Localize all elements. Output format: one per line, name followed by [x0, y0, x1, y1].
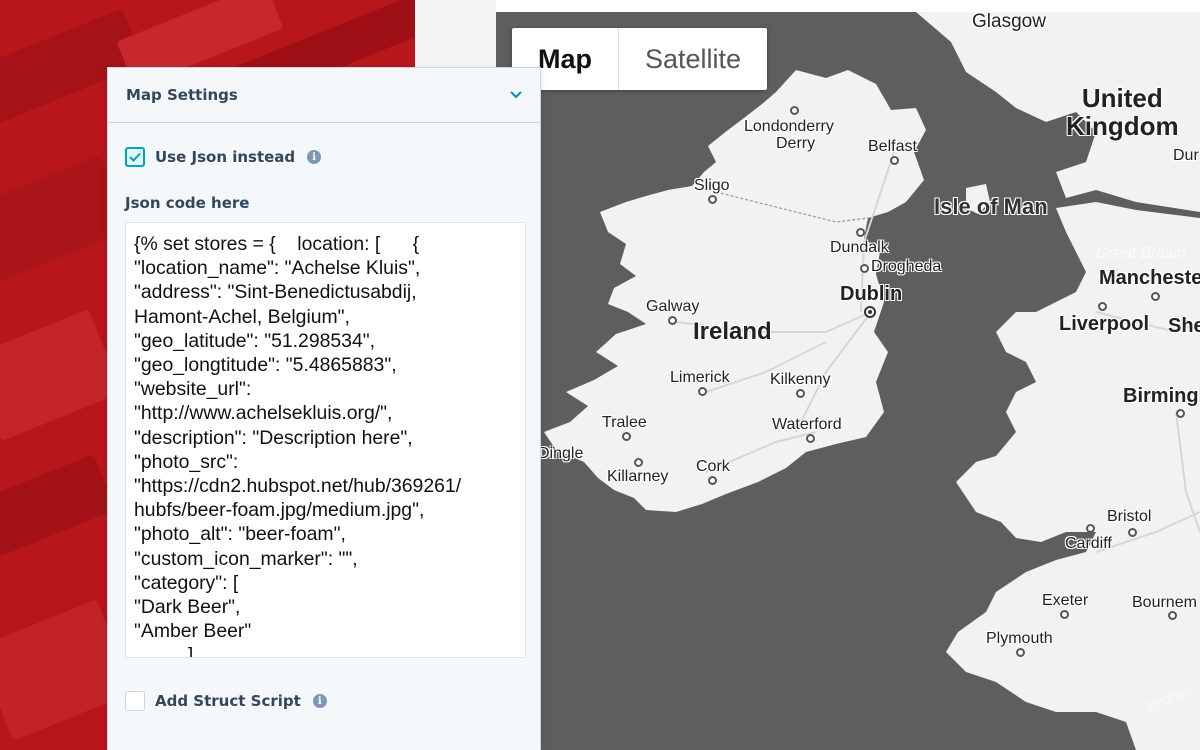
map-label-cardiff: Cardiff: [1065, 535, 1112, 552]
map-label-great-britain: Great Britain: [1096, 245, 1186, 262]
map-marker-dublin: [864, 306, 876, 318]
map-label-dingle: Dingle: [538, 445, 584, 462]
map-marker-sligo: [708, 195, 717, 204]
map-label-birmingham: Birmingh: [1123, 385, 1200, 407]
map-label-dublin: Dublin: [840, 283, 903, 305]
map-marker-birmingham: [1176, 409, 1185, 418]
map-label-bristol: Bristol: [1107, 508, 1152, 525]
struct-script-row: Add Struct Script i: [125, 691, 523, 711]
map-marker-londonderry: [790, 106, 799, 115]
map-label-united-kingdom: United Kingdom: [1066, 83, 1179, 142]
map-label-liverpool: Liverpool: [1059, 313, 1150, 335]
map-type-satellite-button[interactable]: Satellite: [619, 28, 767, 90]
map-label-drogheda: Drogheda: [871, 258, 942, 275]
info-icon[interactable]: i: [312, 694, 327, 708]
map-label-killarney: Killarney: [607, 468, 669, 485]
map-label-derry: Derry: [776, 135, 816, 152]
map-marker-bournemouth: [1168, 611, 1177, 620]
map-marker-galway: [668, 316, 677, 325]
map-marker-waterford: [806, 434, 815, 443]
chevron-down-icon[interactable]: [510, 87, 522, 103]
map-marker-belfast: [890, 156, 899, 165]
map-marker-cork: [708, 476, 717, 485]
map-label-cork: Cork: [696, 458, 730, 475]
map-marker-kilkenny: [796, 389, 805, 398]
use-json-label[interactable]: Use Json instead: [155, 148, 295, 166]
map-view[interactable]: Map Satellite Glasgow United Kingdom Dur…: [496, 12, 1200, 750]
map-label-limerick: Limerick: [670, 369, 730, 386]
json-code-textarea[interactable]: {% set stores = { location: [ { "locatio…: [125, 222, 526, 658]
map-label-glasgow: Glasgow: [972, 12, 1046, 32]
map-label-bournemouth: Bournem: [1132, 594, 1197, 611]
map-label-belfast: Belfast: [868, 138, 917, 155]
map-label-tralee: Tralee: [602, 414, 647, 431]
map-label-plymouth: Plymouth: [986, 630, 1053, 647]
json-field-label: Json code here: [125, 194, 250, 212]
use-json-checkbox[interactable]: [125, 147, 145, 167]
map-marker-exeter: [1060, 610, 1069, 619]
map-label-dundalk: Dundalk: [830, 239, 889, 256]
map-marker-liverpool: [1098, 302, 1107, 311]
map-marker-manchester: [1151, 292, 1160, 301]
map-label-isle-of-man: Isle of Man: [934, 194, 1048, 219]
map-label-manchester: Manchester: [1099, 267, 1200, 289]
map-marker-drogheda: [860, 264, 869, 273]
map-marker-tralee: [622, 432, 631, 441]
map-label-londonderry: Londonderry: [744, 118, 834, 135]
map-marker-cardiff: [1086, 524, 1095, 533]
map-settings-header[interactable]: Map Settings: [108, 68, 540, 123]
info-icon[interactable]: i: [307, 150, 322, 164]
map-label-sligo: Sligo: [694, 177, 730, 194]
map-settings-panel: Map Settings Use Json instead i Json cod…: [107, 67, 541, 750]
map-marker-plymouth: [1016, 648, 1025, 657]
checkmark-icon: [129, 152, 141, 162]
map-type-control: Map Satellite: [512, 28, 768, 90]
map-label-galway: Galway: [646, 298, 700, 315]
map-label-waterford: Waterford: [772, 416, 842, 433]
map-marker-killarney: [634, 458, 643, 467]
map-label-durham: Dur: [1173, 147, 1199, 164]
struct-script-checkbox[interactable]: [125, 691, 145, 711]
map-label-exeter: Exeter: [1042, 592, 1089, 609]
struct-script-label[interactable]: Add Struct Script: [155, 692, 301, 710]
map-marker-bristol: [1128, 528, 1137, 537]
map-label-ireland: Ireland: [693, 318, 772, 345]
map-label-sheffield: She: [1168, 315, 1200, 337]
map-marker-limerick: [698, 387, 707, 396]
panel-title: Map Settings: [126, 86, 238, 104]
map-label-kilkenny: Kilkenny: [770, 371, 831, 388]
use-json-row: Use Json instead i: [125, 147, 523, 167]
map-marker-dundalk: [856, 228, 865, 237]
